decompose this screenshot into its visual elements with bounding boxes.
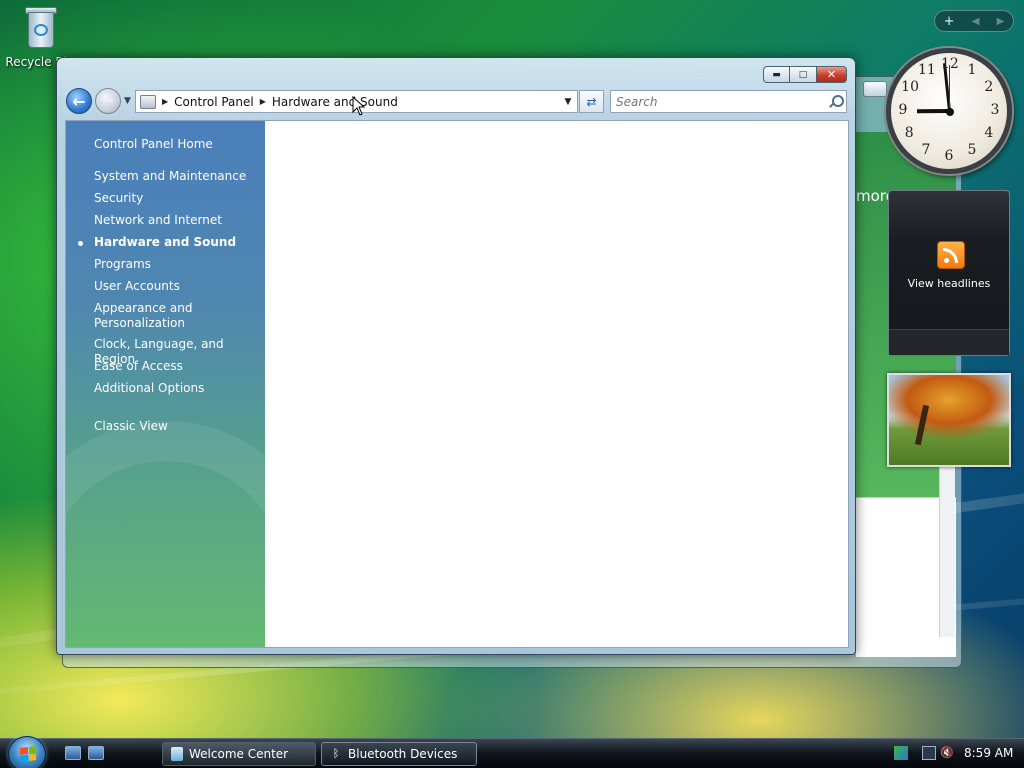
clock-number: 5: [967, 141, 977, 158]
maximize-button[interactable]: □: [790, 66, 817, 83]
rss-icon: [937, 241, 965, 269]
feed-footer: [889, 329, 1009, 355]
address-dropdown-icon[interactable]: ▼: [559, 91, 577, 112]
taskbar: Welcome Center ᛒ Bluetooth Devices 🔇 8:5…: [0, 736, 1024, 768]
notification-area: 🔇 8:59 AM: [886, 739, 1024, 768]
previous-gadget-icon[interactable]: ◀: [972, 16, 980, 27]
recent-pages-dropdown[interactable]: ▼: [124, 96, 131, 106]
sidebar-control-panel-home[interactable]: Control Panel Home: [94, 137, 259, 152]
sidebar-classic-view[interactable]: Classic View: [94, 419, 259, 434]
show-desktop-icon[interactable]: [65, 746, 81, 760]
clock-number: 8: [904, 125, 914, 141]
background-window-button[interactable]: [863, 81, 887, 97]
background-window-scrollbar[interactable]: [939, 467, 955, 637]
gadget-toolbar: + ◀ ▶: [934, 10, 1014, 32]
feed-headlines-gadget[interactable]: View headlines: [888, 190, 1010, 356]
window-client-area: Control Panel Home System and Maintenanc…: [65, 120, 849, 648]
task-bluetooth-devices[interactable]: ᛒ Bluetooth Devices: [321, 742, 477, 766]
bluetooth-icon: ᛒ: [332, 747, 340, 760]
window-controls: ▬ □ ✕: [763, 66, 847, 83]
clock-number: 9: [898, 102, 908, 118]
breadcrumb-separator-icon[interactable]: ▶: [260, 97, 266, 106]
arrow-left-icon: ←: [72, 91, 86, 111]
task-label: Bluetooth Devices: [348, 747, 458, 761]
clock-number: 11: [918, 62, 936, 79]
clock-number: 6: [944, 148, 954, 164]
clock-number: 2: [984, 79, 994, 95]
breadcrumb-separator-icon[interactable]: ▶: [162, 97, 168, 106]
forward-button[interactable]: →: [95, 88, 121, 114]
control-panel-icon: [140, 94, 156, 109]
clock-pin: [946, 108, 954, 116]
close-button[interactable]: ✕: [817, 66, 847, 83]
arrow-right-icon: →: [102, 93, 114, 109]
clock-number: 4: [984, 125, 994, 141]
minimize-button[interactable]: ▬: [763, 66, 790, 83]
sidebar-item-network-and-internet[interactable]: Network and Internet: [94, 213, 259, 228]
control-panel-window[interactable]: ▬ □ ✕ ← → ▼ ▶ Control Panel ▶ Hardware a…: [56, 57, 856, 655]
sidebar-item-system-and-maintenance[interactable]: System and Maintenance: [94, 169, 259, 184]
navigation-bar: ← → ▼ ▶ Control Panel ▶ Hardware and Sou…: [65, 87, 847, 115]
search-box[interactable]: [610, 90, 847, 113]
feed-label[interactable]: View headlines: [889, 277, 1009, 290]
task-pane-sidebar: Control Panel Home System and Maintenanc…: [66, 121, 326, 647]
breadcrumb-control-panel[interactable]: Control Panel: [174, 95, 254, 109]
clock-number: 7: [921, 141, 931, 158]
refresh-button[interactable]: ⇄: [579, 90, 604, 113]
sidebar-item-hardware-and-sound[interactable]: Hardware and Sound: [94, 235, 259, 250]
volume-muted-icon[interactable]: 🔇: [940, 746, 954, 760]
task-welcome-center[interactable]: Welcome Center: [162, 742, 316, 766]
clock-hour-hand: [916, 109, 950, 114]
next-gadget-icon[interactable]: ▶: [997, 16, 1005, 27]
clock-number: 3: [990, 102, 1000, 118]
clock-number: 12: [941, 56, 959, 72]
clock-gadget[interactable]: 12 1 2 3 4 5 6 7 8 9 10 11: [886, 48, 1012, 174]
slideshow-gadget[interactable]: [887, 373, 1011, 467]
main-content-area: [265, 121, 848, 647]
clock-number: 1: [967, 62, 977, 79]
breadcrumb-hardware-and-sound[interactable]: Hardware and Sound: [272, 95, 398, 109]
windows-logo-icon: [20, 746, 36, 762]
recycle-bin-icon: [20, 2, 60, 50]
back-button[interactable]: ←: [66, 88, 92, 114]
search-icon[interactable]: [829, 95, 844, 108]
sidebar-item-programs[interactable]: Programs: [94, 257, 259, 272]
current-item-bullet-icon: [78, 241, 83, 246]
tray-app-icon[interactable]: [894, 746, 908, 760]
welcome-center-icon: [171, 747, 183, 761]
sidebar-item-ease-of-access[interactable]: Ease of Access: [94, 359, 259, 374]
task-label: Welcome Center: [189, 747, 289, 761]
sidebar-item-appearance-and-personalization[interactable]: Appearance and Personalization: [94, 301, 234, 331]
sidebar-item-user-accounts[interactable]: User Accounts: [94, 279, 259, 294]
clock-number: 10: [901, 79, 919, 95]
sidebar-item-additional-options[interactable]: Additional Options: [94, 381, 259, 396]
sidebar-item-security[interactable]: Security: [94, 191, 259, 206]
slideshow-image: [914, 404, 930, 446]
network-icon[interactable]: [922, 746, 936, 760]
search-input[interactable]: [616, 94, 816, 109]
refresh-icon: ⇄: [586, 94, 597, 109]
taskbar-clock[interactable]: 8:59 AM: [964, 746, 1013, 760]
switch-windows-icon[interactable]: [88, 746, 104, 760]
start-button[interactable]: [8, 736, 46, 768]
add-gadget-button[interactable]: +: [944, 14, 955, 29]
